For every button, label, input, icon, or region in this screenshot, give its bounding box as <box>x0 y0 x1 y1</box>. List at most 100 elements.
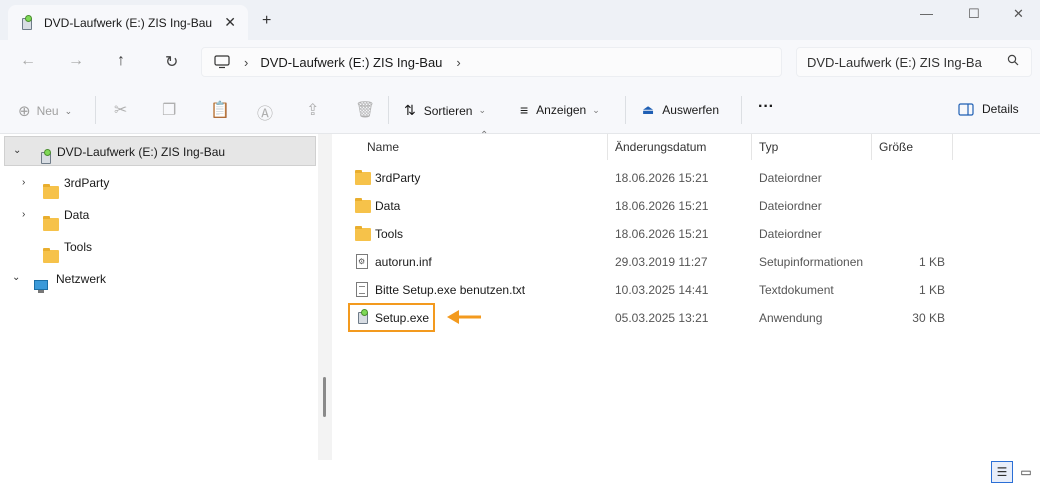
file-row[interactable]: autorun.inf 29.03.2019 11:27 Setupinform… <box>348 248 948 276</box>
file-row[interactable]: Setup.exe 05.03.2025 13:21 Anwendung 30 … <box>348 304 948 332</box>
tree-label: 3rdParty <box>64 176 110 190</box>
up-button[interactable]: ↑ <box>117 52 125 70</box>
toolbar-divider <box>388 96 389 124</box>
file-row[interactable]: Tools 18.06.2026 15:21 Dateiordner <box>348 220 948 248</box>
sort-button-label: Sortieren <box>423 103 473 118</box>
file-modified: 18.06.2026 15:21 <box>615 199 709 213</box>
folder-icon <box>355 198 371 213</box>
pointer-arrow-icon <box>447 310 481 324</box>
inf-file-icon <box>356 254 368 269</box>
folder-icon <box>43 183 59 199</box>
tree-label: DVD-Laufwerk (E:) ZIS Ing-Bau <box>57 145 226 159</box>
file-type: Anwendung <box>759 311 823 325</box>
tree-item-dvd-drive[interactable]: ⌄ DVD-Laufwerk (E:) ZIS Ing-Bau <box>4 136 316 166</box>
address-bar[interactable]: › DVD-Laufwerk (E:) ZIS Ing-Bau › <box>201 47 782 77</box>
tree-label: Netzwerk <box>56 272 107 286</box>
toolbar-divider <box>625 96 626 124</box>
navigation-pane: ⌄ DVD-Laufwerk (E:) ZIS Ing-Bau › 3rdPar… <box>0 134 318 460</box>
file-row[interactable]: Bitte Setup.exe benutzen.txt 10.03.2025 … <box>348 276 948 304</box>
breadcrumb-dvd-drive[interactable]: DVD-Laufwerk (E:) ZIS Ing-Bau <box>260 55 442 70</box>
cut-icon[interactable]: ✂ <box>114 100 127 120</box>
folder-icon <box>355 170 371 185</box>
file-name: Data <box>375 199 401 213</box>
breadcrumb-separator[interactable]: › <box>244 55 248 70</box>
toolbar-divider <box>741 96 742 124</box>
collapse-arrow-icon[interactable]: › <box>22 177 25 188</box>
file-name: Tools <box>375 227 404 241</box>
network-icon <box>34 280 50 294</box>
tab-dvd-drive[interactable]: DVD-Laufwerk (E:) ZIS Ing-Bau ✕ <box>8 5 248 40</box>
view-button-label: Anzeigen <box>536 103 587 117</box>
status-bar <box>0 460 1040 484</box>
eject-icon: ⏏ <box>642 102 655 117</box>
details-view-button[interactable]: ☰ <box>991 461 1013 483</box>
file-modified: 10.03.2025 14:41 <box>615 283 709 297</box>
plus-circle-icon: ⊕ <box>18 103 31 120</box>
eject-button-label: Auswerfen <box>662 103 719 117</box>
column-header-size[interactable]: Größe <box>873 134 953 160</box>
search-icon[interactable] <box>1007 54 1019 66</box>
tree-item-network[interactable]: ⌄ Netzwerk <box>0 264 316 294</box>
chevron-down-icon: ⌄ <box>64 105 73 116</box>
eject-button[interactable]: ⏏ Auswerfen <box>642 102 719 118</box>
maximize-button[interactable]: ☐ <box>968 6 980 22</box>
expand-arrow-icon[interactable]: ⌄ <box>13 145 21 156</box>
file-row[interactable]: Data 18.06.2026 15:21 Dateiordner <box>348 192 948 220</box>
tiles-view-icon: ▭ <box>1020 465 1032 479</box>
breadcrumb-separator-end[interactable]: › <box>456 55 460 70</box>
tab-close-icon[interactable]: ✕ <box>224 14 236 31</box>
tree-item-tools[interactable]: Tools <box>0 232 316 263</box>
details-pane-button[interactable]: Details <box>958 102 1019 116</box>
folder-icon <box>43 215 59 231</box>
back-button[interactable]: ← <box>20 52 36 70</box>
file-modified: 18.06.2026 15:21 <box>615 227 709 241</box>
delete-icon[interactable]: 🗑 <box>355 100 375 120</box>
refresh-button[interactable]: ↻ <box>165 52 178 72</box>
column-header-type[interactable]: Typ <box>753 134 872 160</box>
details-pane-icon <box>958 102 974 116</box>
new-tab-button[interactable]: + <box>262 12 271 30</box>
sort-button[interactable]: ⇅ Sortieren ⌄ <box>404 102 486 119</box>
file-row[interactable]: 3rdParty 18.06.2026 15:21 Dateiordner <box>348 164 948 192</box>
details-view-icon: ☰ <box>996 465 1008 479</box>
file-size: 1 KB <box>918 255 945 269</box>
details-button-label: Details <box>982 102 1019 116</box>
chevron-down-icon: ⌄ <box>478 105 486 115</box>
dvd-drive-icon <box>39 149 53 165</box>
tree-item-3rdparty[interactable]: › 3rdParty <box>0 168 316 199</box>
rename-icon[interactable]: Ⓐ <box>257 100 273 124</box>
file-name: autorun.inf <box>375 255 432 269</box>
tree-label: Data <box>64 208 90 222</box>
search-box[interactable]: DVD-Laufwerk (E:) ZIS Ing-Ba <box>796 47 1032 77</box>
share-icon[interactable]: ⇪ <box>306 100 319 120</box>
chevron-down-icon: ⌄ <box>592 104 600 115</box>
expand-arrow-icon[interactable]: ⌄ <box>12 272 20 283</box>
column-header-modified[interactable]: Änderungsdatum <box>609 134 752 160</box>
tree-label: Tools <box>64 240 93 254</box>
file-name: 3rdParty <box>375 171 421 185</box>
text-file-icon <box>356 282 368 297</box>
file-type: Dateiordner <box>759 199 822 213</box>
copy-icon[interactable]: ❐ <box>162 100 176 120</box>
minimize-button[interactable]: — <box>920 6 933 21</box>
more-options-button[interactable]: ··· <box>758 98 774 116</box>
tab-title: DVD-Laufwerk (E:) ZIS Ing-Bau <box>44 15 213 30</box>
file-type: Textdokument <box>759 283 834 297</box>
view-button[interactable]: ≡ Anzeigen ⌄ <box>520 102 600 118</box>
tree-item-data[interactable]: › Data <box>0 200 316 231</box>
search-placeholder: DVD-Laufwerk (E:) ZIS Ing-Ba <box>807 54 982 70</box>
command-bar: ⊕ Neu ⌄ ✂ ❐ 📋 Ⓐ ⇪ 🗑 ⇅ Sortieren ⌄ ≡ Anze… <box>0 84 1040 134</box>
new-button[interactable]: ⊕ Neu ⌄ <box>18 102 72 120</box>
monitor-icon <box>214 55 230 69</box>
forward-button[interactable]: → <box>68 52 84 70</box>
collapse-arrow-icon[interactable]: › <box>22 209 25 220</box>
close-window-button[interactable]: ✕ <box>1013 6 1024 22</box>
file-type: Setupinformationen <box>759 255 864 269</box>
file-name: Bitte Setup.exe benutzen.txt <box>375 283 526 297</box>
paste-icon[interactable]: 📋 <box>210 100 230 120</box>
navigation-scrollbar[interactable] <box>323 377 326 417</box>
title-bar: DVD-Laufwerk (E:) ZIS Ing-Bau ✕ + — ☐ ✕ <box>0 0 1040 40</box>
column-header-name[interactable]: Name <box>361 134 608 160</box>
file-modified: 29.03.2019 11:27 <box>615 255 708 269</box>
tiles-view-button[interactable]: ▭ <box>1015 461 1037 483</box>
